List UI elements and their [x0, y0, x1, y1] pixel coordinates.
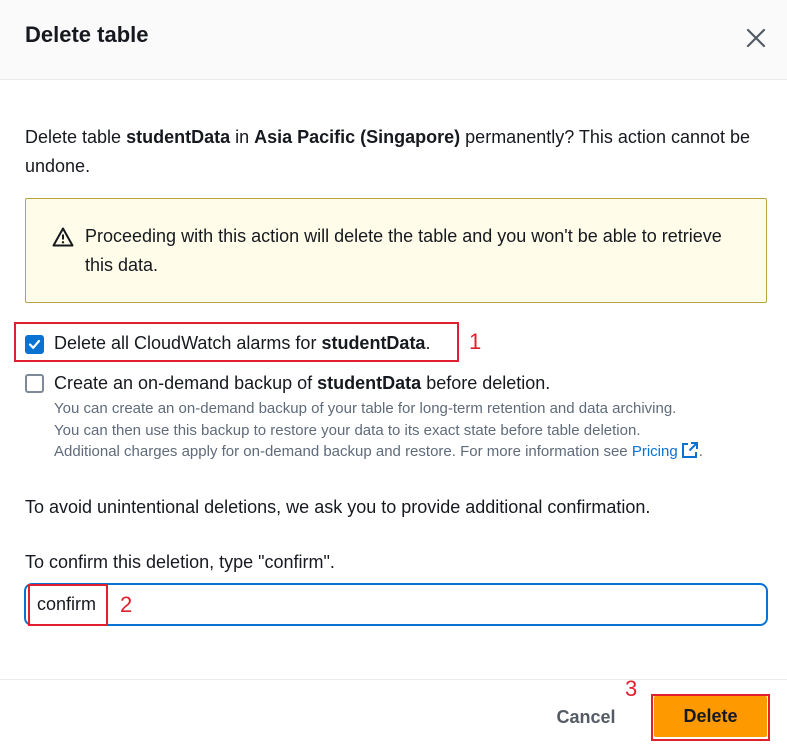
annotation-box-2: [28, 584, 108, 626]
close-icon[interactable]: [742, 24, 770, 52]
create-backup-label[interactable]: Create an on-demand backup of studentDat…: [54, 373, 550, 394]
pricing-link[interactable]: Pricing: [632, 442, 699, 460]
table-name: studentData: [126, 127, 231, 147]
warning-alert: Proceeding with this action will delete …: [25, 198, 767, 303]
confirm-input[interactable]: [24, 583, 768, 626]
annotation-box-3: [651, 694, 770, 741]
modal-title: Delete table: [25, 22, 149, 47]
annotation-number-1: 1: [469, 329, 482, 354]
warning-icon: [52, 227, 74, 247]
confirmation-notice: To avoid unintentional deletions, we ask…: [25, 497, 651, 517]
footer-divider: [0, 679, 787, 680]
external-link-icon: [681, 442, 698, 458]
annotation-number-3: 3: [625, 676, 638, 701]
annotation-number-2: 2: [120, 592, 133, 617]
warning-text: Proceeding with this action will delete …: [85, 226, 722, 275]
confirm-input-label: To confirm this deletion, type "confirm"…: [25, 552, 335, 572]
cancel-button[interactable]: Cancel: [537, 700, 635, 734]
backup-description: You can create an on-demand backup of yo…: [54, 400, 703, 460]
annotation-box-1: [14, 322, 459, 362]
create-backup-checkbox[interactable]: [25, 374, 44, 393]
delete-description: Delete table studentData in Asia Pacific…: [25, 127, 751, 176]
region-name: Asia Pacific (Singapore): [254, 127, 461, 147]
modal-header: Delete table: [0, 0, 787, 80]
